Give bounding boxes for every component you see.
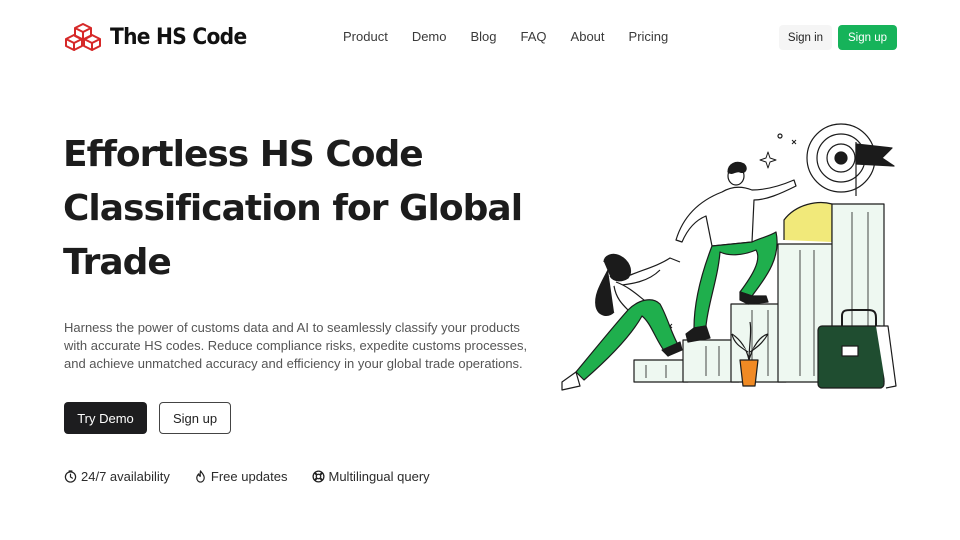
nav-about[interactable]: About [571,29,605,44]
header-sign-up-button[interactable]: Sign up [838,25,897,50]
nav-demo[interactable]: Demo [412,29,447,44]
feature-label: 24/7 availability [81,469,170,484]
sign-in-button[interactable]: Sign in [779,25,832,50]
feature-label: Free updates [210,469,288,484]
brand-name: The HS Code [110,24,247,50]
hero-illustration [561,123,897,391]
feature-free-updates: Free updates [194,469,288,484]
brand-logo[interactable]: The HS Code [64,22,258,52]
feature-availability: 24/7 availability [64,469,170,484]
nav-pricing[interactable]: Pricing [629,29,669,44]
site-header: The HS Code Product Demo Blog FAQ About … [0,0,960,76]
feature-label: Multilingual query [328,469,430,484]
flame-icon [196,470,205,483]
nav-product[interactable]: Product [343,29,388,44]
lifebuoy-icon [311,470,325,483]
clock-icon [64,470,77,483]
nav-faq[interactable]: FAQ [521,29,547,44]
try-demo-button[interactable]: Try Demo [64,402,147,434]
hero-sign-up-button[interactable]: Sign up [159,402,231,434]
feature-list: 24/7 availability Free updates Multiling… [64,469,430,484]
hero-description: Harness the power of customs data and AI… [64,320,528,371]
cubes-logo-icon [65,23,101,51]
hero-title: Effortless HS Code Classification for Gl… [63,134,523,283]
nav-blog[interactable]: Blog [471,29,497,44]
main-nav: Product Demo Blog FAQ About Pricing [343,29,692,44]
feature-multilingual: Multilingual query [311,469,430,484]
